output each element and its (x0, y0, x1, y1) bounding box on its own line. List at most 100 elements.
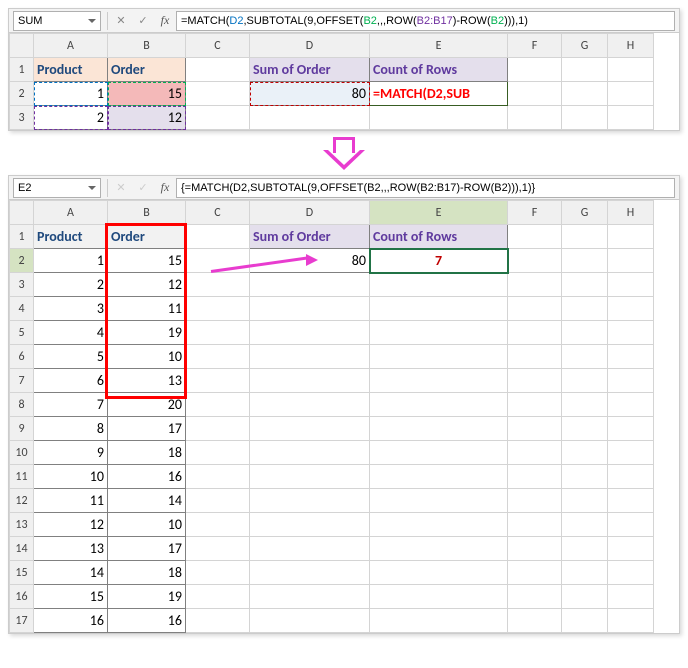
cell-B16[interactable]: 19 (108, 585, 186, 609)
row-5[interactable]: 5 (10, 321, 34, 345)
row-4[interactable]: 4 (10, 297, 34, 321)
cell-A2[interactable]: 1 (34, 82, 108, 106)
row-11[interactable]: 11 (10, 465, 34, 489)
select-all[interactable] (10, 34, 34, 58)
cell-A2[interactable]: 1 (34, 249, 108, 273)
chevron-down-icon[interactable] (88, 184, 96, 192)
row-2[interactable]: 2 (10, 249, 34, 273)
arrow-down-icon (319, 137, 369, 171)
cell-A3[interactable]: 2 (34, 106, 108, 130)
fx-icon[interactable]: fx (154, 178, 176, 198)
col-G[interactable]: G (562, 34, 608, 58)
cell-B15[interactable]: 18 (108, 561, 186, 585)
col-G[interactable]: G (562, 201, 608, 225)
chevron-down-icon[interactable] (88, 17, 96, 25)
col-C[interactable]: C (186, 34, 250, 58)
row-9[interactable]: 9 (10, 417, 34, 441)
row-3[interactable]: 3 (10, 273, 34, 297)
cell-B8[interactable]: 20 (108, 393, 186, 417)
col-F[interactable]: F (508, 34, 562, 58)
col-D[interactable]: D (250, 201, 370, 225)
cell-B10[interactable]: 18 (108, 441, 186, 465)
col-E[interactable]: E (370, 201, 508, 225)
cell-A15[interactable]: 14 (34, 561, 108, 585)
name-box[interactable]: E2 (13, 178, 101, 198)
cell-E2-editing[interactable]: =MATCH(D2,SUB (370, 82, 508, 106)
cancel-icon[interactable]: ✕ (110, 11, 132, 31)
row-15[interactable]: 15 (10, 561, 34, 585)
cell-A1[interactable]: Product (34, 225, 108, 249)
cell-A10[interactable]: 9 (34, 441, 108, 465)
cell-A3[interactable]: 2 (34, 273, 108, 297)
cell-E2[interactable]: 7 (370, 249, 508, 273)
cell-B13[interactable]: 10 (108, 513, 186, 537)
cell-B1[interactable]: Order (108, 58, 186, 82)
cell-D1[interactable]: Sum of Order (250, 225, 370, 249)
cell-B2[interactable]: 15 (108, 82, 186, 106)
cell-B7[interactable]: 13 (108, 369, 186, 393)
row-1[interactable]: 1 (10, 225, 34, 249)
col-C[interactable]: C (186, 201, 250, 225)
col-B[interactable]: B (108, 34, 186, 58)
enter-icon[interactable]: ✓ (132, 11, 154, 31)
cell-B17[interactable]: 16 (108, 609, 186, 633)
worksheet-top[interactable]: A B C D E F G H 1 Product Order Sum of O… (9, 33, 679, 130)
row-6[interactable]: 6 (10, 345, 34, 369)
row-7[interactable]: 7 (10, 369, 34, 393)
worksheet-bottom[interactable]: A B C D E F G H 1ProductOrder Sum of Orde… (9, 200, 679, 633)
cell-B1[interactable]: Order (108, 225, 186, 249)
col-A[interactable]: A (34, 34, 108, 58)
cell-A16[interactable]: 15 (34, 585, 108, 609)
cell-B2[interactable]: 15 (108, 249, 186, 273)
cell-E1[interactable]: Count of Rows (370, 225, 508, 249)
row-17[interactable]: 17 (10, 609, 34, 633)
cell-A13[interactable]: 12 (34, 513, 108, 537)
cell-D2[interactable]: 80 (250, 249, 370, 273)
cell-D2[interactable]: 80 (250, 82, 370, 106)
cell-A6[interactable]: 5 (34, 345, 108, 369)
cell-A17[interactable]: 16 (34, 609, 108, 633)
col-H[interactable]: H (608, 34, 654, 58)
cell-A1[interactable]: Product (34, 58, 108, 82)
cell-A5[interactable]: 4 (34, 321, 108, 345)
formula-input[interactable]: {=MATCH(D2,SUBTOTAL(9,OFFSET(B2,,,ROW(B2… (176, 178, 675, 198)
cell-B11[interactable]: 16 (108, 465, 186, 489)
cell-D1[interactable]: Sum of Order (250, 58, 370, 82)
cell-A11[interactable]: 10 (34, 465, 108, 489)
cell-A4[interactable]: 3 (34, 297, 108, 321)
col-B[interactable]: B (108, 201, 186, 225)
row-10[interactable]: 10 (10, 441, 34, 465)
cell-B14[interactable]: 17 (108, 537, 186, 561)
cell-A14[interactable]: 13 (34, 537, 108, 561)
cell-C1[interactable] (186, 58, 250, 82)
cell-A12[interactable]: 11 (34, 489, 108, 513)
col-A[interactable]: A (34, 201, 108, 225)
cell-B4[interactable]: 11 (108, 297, 186, 321)
cell-B6[interactable]: 10 (108, 345, 186, 369)
cell-B12[interactable]: 14 (108, 489, 186, 513)
cell-A8[interactable]: 7 (34, 393, 108, 417)
row-3[interactable]: 3 (10, 106, 34, 130)
select-all[interactable] (10, 201, 34, 225)
col-F[interactable]: F (508, 201, 562, 225)
row-8[interactable]: 8 (10, 393, 34, 417)
row-13[interactable]: 13 (10, 513, 34, 537)
cell-A7[interactable]: 6 (34, 369, 108, 393)
cell-B9[interactable]: 17 (108, 417, 186, 441)
cell-B3[interactable]: 12 (108, 273, 186, 297)
row-1[interactable]: 1 (10, 58, 34, 82)
row-2[interactable]: 2 (10, 82, 34, 106)
cell-B5[interactable]: 19 (108, 321, 186, 345)
col-D[interactable]: D (250, 34, 370, 58)
col-H[interactable]: H (608, 201, 654, 225)
col-E[interactable]: E (370, 34, 508, 58)
cell-E1[interactable]: Count of Rows (370, 58, 508, 82)
row-16[interactable]: 16 (10, 585, 34, 609)
formula-input[interactable]: =MATCH( D2 ,SUBTOTAL(9,OFFSET( B2 ,,,ROW… (176, 11, 675, 31)
fx-icon[interactable]: fx (154, 11, 176, 31)
row-14[interactable]: 14 (10, 537, 34, 561)
row-12[interactable]: 12 (10, 489, 34, 513)
cell-A9[interactable]: 8 (34, 417, 108, 441)
cell-B3[interactable]: 12 (108, 106, 186, 130)
name-box[interactable]: SUM (13, 11, 101, 31)
